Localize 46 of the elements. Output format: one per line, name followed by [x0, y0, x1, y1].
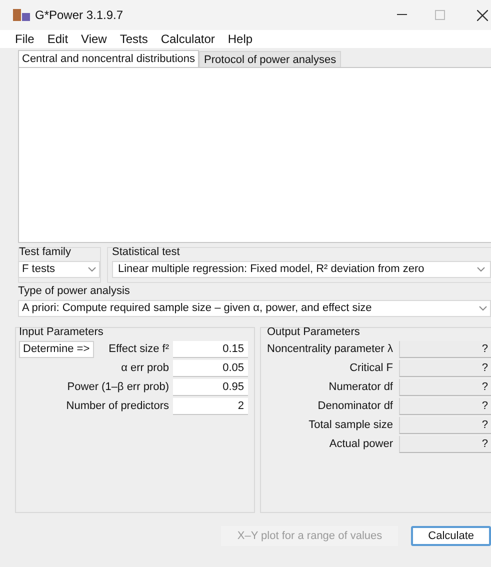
- group-label: Input Parameters: [19, 326, 104, 339]
- field-label: Numerator df: [328, 380, 394, 396]
- input-field[interactable]: 0.05: [173, 360, 248, 377]
- field-label: Denominator df: [316, 399, 394, 414]
- menu-item[interactable]: Tests: [120, 30, 148, 48]
- app-icon: [13, 8, 30, 22]
- menu-item[interactable]: File: [15, 30, 34, 48]
- close-icon[interactable]: [477, 10, 488, 20]
- tab[interactable]: Protocol of power analyses: [199, 51, 342, 67]
- calculate-button[interactable]: Calculate: [411, 526, 491, 546]
- menu-item[interactable]: Edit: [47, 30, 68, 48]
- field-label: Total sample size: [308, 418, 394, 434]
- chevron-down-icon: [88, 267, 96, 272]
- group-label: Type of power analysis: [18, 285, 131, 298]
- field-label: Power (1–β err prob): [66, 380, 170, 396]
- menu-item[interactable]: Calculator: [160, 30, 215, 48]
- output-field: ?: [399, 341, 491, 358]
- input-field[interactable]: 0.95: [173, 379, 248, 396]
- output-field: ?: [399, 360, 491, 377]
- field-label: Effect size f²: [108, 342, 170, 358]
- field-label: Number of predictors: [65, 399, 170, 414]
- field-label: α err prob: [120, 361, 170, 376]
- field-label: Actual power: [328, 437, 394, 452]
- input-field[interactable]: 2: [173, 398, 248, 415]
- menu-item[interactable]: Help: [228, 30, 253, 48]
- field-label: Critical F: [348, 361, 394, 376]
- minimize-icon[interactable]: [397, 14, 407, 16]
- output-field: ?: [399, 417, 491, 434]
- test-family-dropdown[interactable]: F tests: [18, 261, 100, 278]
- window-title: G*Power 3.1.9.7: [35, 7, 124, 24]
- input-field[interactable]: 0.15: [173, 341, 248, 358]
- statistical-test-dropdown[interactable]: Linear multiple regression: Fixed model, R² deviation from zero: [112, 261, 491, 278]
- output-field: ?: [399, 379, 491, 396]
- tab[interactable]: Central and noncentral distributions: [18, 50, 200, 67]
- group-label: Statistical test: [112, 246, 181, 259]
- menu-item[interactable]: View: [81, 30, 107, 48]
- chevron-down-icon: [479, 306, 487, 311]
- group-label: Test family: [19, 246, 72, 259]
- analysis-type-dropdown[interactable]: A priori: Compute required sample size – given α, power, and effect size: [18, 300, 491, 317]
- plot-button: X–Y plot for a range of values: [221, 526, 398, 546]
- group-label: Output Parameters: [267, 326, 361, 339]
- determine-button[interactable]: Determine =>: [19, 341, 94, 358]
- field-label: Noncentrality parameter λ: [267, 342, 394, 358]
- output-field: ?: [399, 398, 491, 415]
- chevron-down-icon: [477, 267, 485, 272]
- output-field: ?: [399, 436, 491, 453]
